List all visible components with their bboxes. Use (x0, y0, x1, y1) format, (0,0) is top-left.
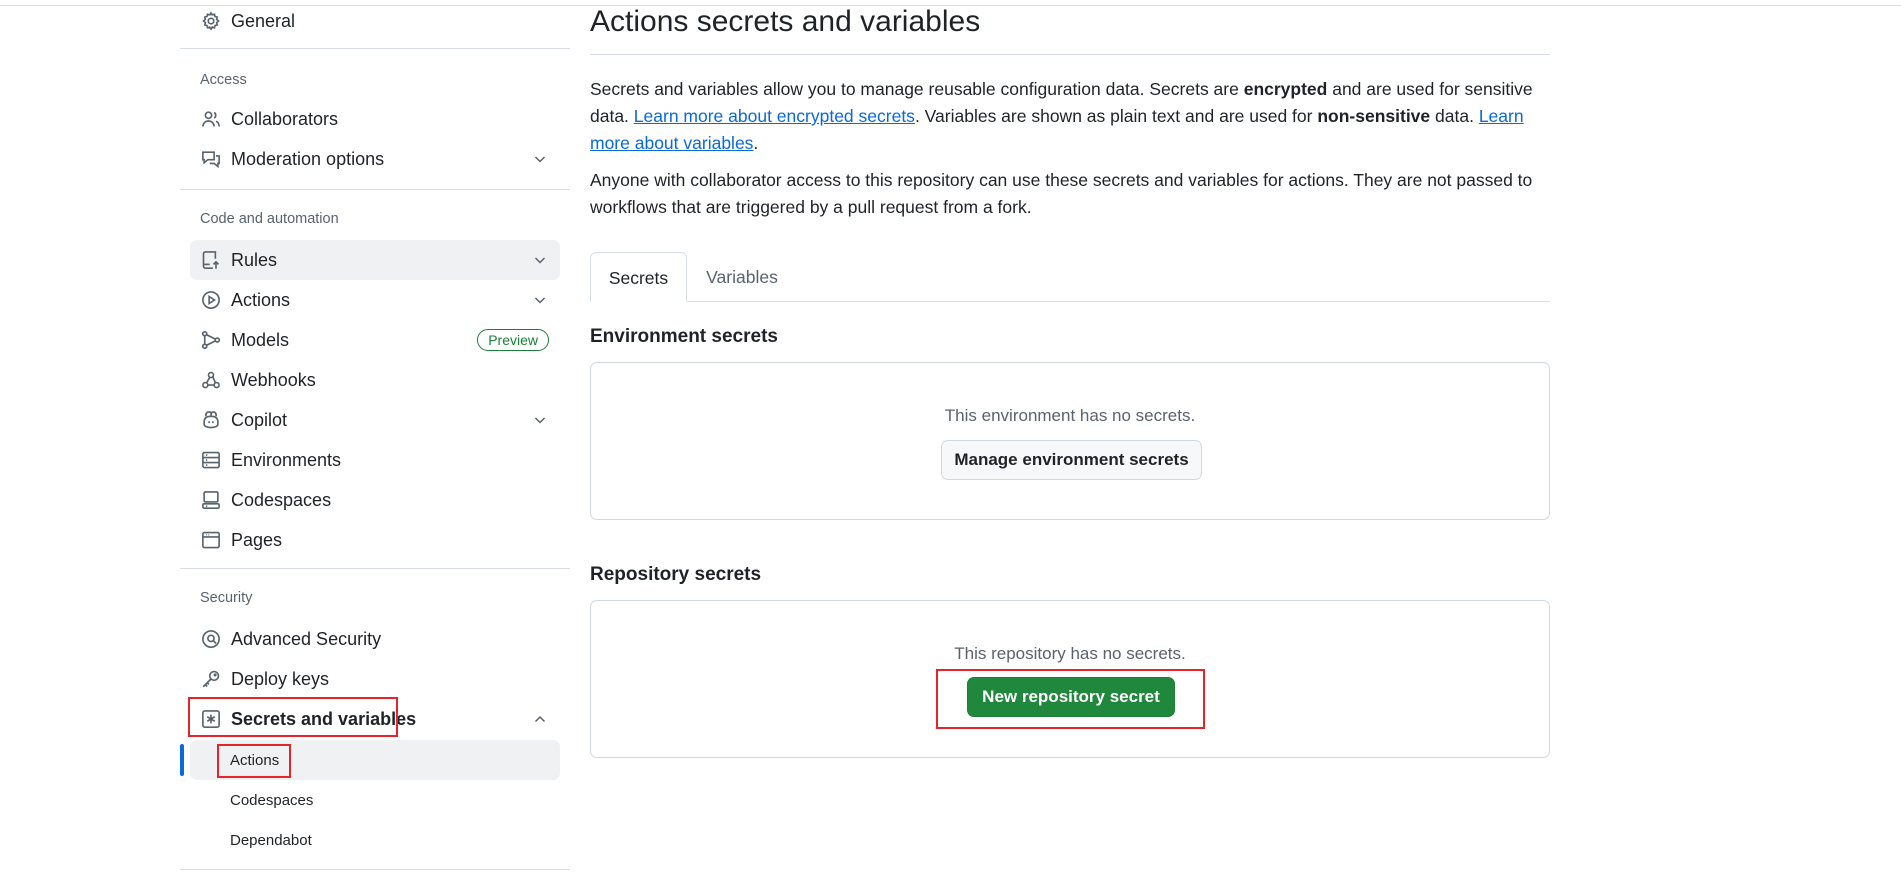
sidebar-subitem-codespaces[interactable]: Codespaces (190, 780, 560, 820)
sidebar-item-moderation[interactable]: Moderation options (190, 139, 560, 179)
key-asterisk-icon (201, 709, 221, 729)
sidebar-item-label: Moderation options (231, 148, 385, 169)
sidebar-item-environments[interactable]: Environments (190, 440, 560, 480)
new-repository-secret-button[interactable]: New repository secret (967, 677, 1175, 717)
sidebar-item-label: Secrets and variables (231, 708, 417, 729)
sidebar-item-label: Actions (230, 751, 280, 769)
intro-bold: encrypted (1243, 79, 1328, 99)
sidebar-item-advanced-security[interactable]: Advanced Security (190, 619, 560, 659)
sidebar-item-actions[interactable]: Actions (190, 280, 560, 320)
sidebar-item-codespaces[interactable]: Codespaces (190, 480, 560, 520)
sidebar-item-collaborators[interactable]: Collaborators (190, 99, 560, 139)
chevron-down-icon (534, 417, 546, 424)
sidebar-item-pages[interactable]: Pages (190, 520, 560, 560)
sidebar-divider (180, 48, 570, 49)
sidebar-item-label: Models (231, 329, 290, 350)
page-title: Actions secrets and variables (590, 5, 981, 38)
sidebar-item-label: Codespaces (231, 489, 332, 510)
intro-text: . (753, 133, 759, 153)
play-icon (201, 290, 221, 310)
section-title-access: Access (200, 72, 247, 88)
shield-search-icon (201, 629, 221, 649)
server-icon (201, 450, 221, 470)
sidebar-item-label: Copilot (231, 409, 288, 430)
settings-sidebar: General Access Collaborators Moderation … (180, 0, 570, 896)
chevron-up-icon (534, 715, 546, 723)
environment-empty-message: This environment has no secrets. (944, 406, 1196, 425)
sidebar-item-label: Codespaces (230, 791, 314, 809)
sidebar-divider (180, 189, 570, 190)
sidebar-item-label: Pages (231, 529, 283, 550)
manage-environment-secrets-button[interactable]: Manage environment secrets (941, 440, 1202, 480)
browser-icon (201, 530, 221, 550)
sidebar-item-label: General (231, 10, 296, 31)
main-content: Actions secrets and variables Secrets an… (590, 0, 1550, 896)
preview-badge: Preview (477, 329, 549, 351)
sidebar-item-label: Rules (231, 249, 278, 270)
chevron-down-icon (534, 257, 546, 264)
gear-icon (201, 11, 221, 31)
sidebar-item-label: Actions (231, 289, 291, 310)
sidebar-item-label: Collaborators (231, 108, 339, 129)
sidebar-item-models[interactable]: Models Preview (190, 320, 560, 360)
sidebar-item-copilot[interactable]: Copilot (190, 400, 560, 440)
tab-variables[interactable]: Variables (687, 252, 797, 302)
active-indicator (180, 744, 184, 776)
people-icon (201, 109, 221, 129)
tab-secrets[interactable]: Secrets (590, 252, 687, 302)
sidebar-item-rules[interactable]: Rules (190, 240, 560, 280)
environment-secrets-box: This environment has no secrets. Manage … (590, 362, 1550, 520)
webhook-icon (201, 370, 221, 390)
title-divider (590, 54, 1550, 55)
repo-rules-icon (201, 250, 221, 270)
sidebar-item-label: Deploy keys (231, 668, 330, 689)
codespaces-icon (201, 490, 221, 510)
sidebar-item-deploy-keys[interactable]: Deploy keys (190, 659, 560, 699)
intro-text: data. (1430, 106, 1479, 126)
sidebar-item-label: Dependabot (230, 831, 312, 849)
chevron-down-icon (534, 156, 546, 163)
sidebar-divider (180, 568, 570, 569)
intro-text: . Variables are shown as plain text and … (914, 106, 1318, 126)
section-title-security: Security (200, 590, 253, 606)
sidebar-subitem-dependabot[interactable]: Dependabot (190, 820, 560, 860)
sidebar-item-general[interactable]: General (190, 1, 560, 41)
sidebar-item-label: Advanced Security (231, 628, 382, 649)
sidebar-divider (180, 869, 570, 870)
section-title-code-automation: Code and automation (200, 211, 339, 227)
copilot-icon (201, 410, 221, 430)
environment-secrets-heading: Environment secrets (590, 326, 778, 347)
chevron-down-icon (534, 297, 546, 304)
comment-discussion-icon (201, 149, 221, 169)
intro-bold: non-sensitive (1317, 106, 1431, 126)
intro-text: Secrets and variables allow you to manag… (590, 79, 1244, 99)
intro-paragraph: Secrets and variables allow you to manag… (590, 76, 1550, 157)
tab-bar: Secrets Variables (590, 252, 1550, 302)
sidebar-item-secrets-and-variables[interactable]: Secrets and variables (190, 699, 560, 739)
collaborator-note: Anyone with collaborator access to this … (590, 170, 1533, 217)
repository-secrets-box: This repository has no secrets. New repo… (590, 600, 1550, 758)
repository-empty-message: This repository has no secrets. (954, 644, 1186, 663)
sidebar-item-webhooks[interactable]: Webhooks (190, 360, 560, 400)
sidebar-item-label: Environments (231, 449, 342, 470)
learn-more-secrets-link[interactable]: Learn more about encrypted secrets (634, 106, 915, 126)
sidebar-subitem-actions[interactable]: Actions (190, 740, 560, 780)
sidebar-item-label: Webhooks (231, 369, 316, 390)
key-icon (201, 669, 221, 689)
models-icon (201, 330, 221, 350)
repository-secrets-heading: Repository secrets (590, 564, 762, 585)
